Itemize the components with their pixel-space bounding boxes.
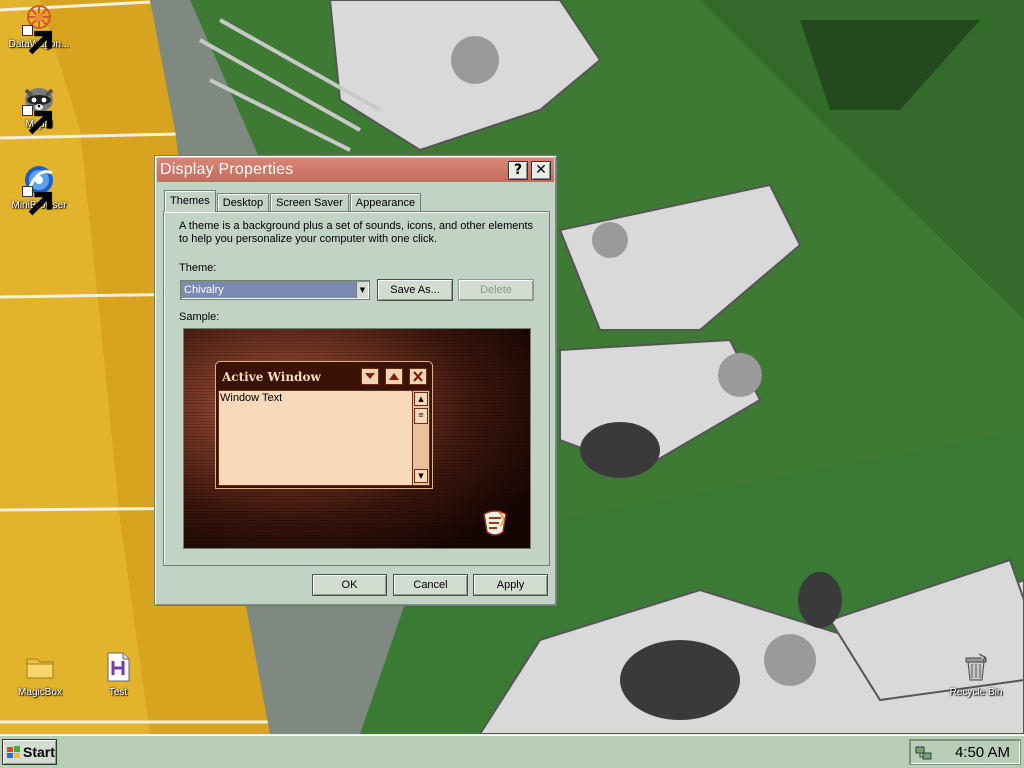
start-label: Start [23, 744, 55, 760]
theme-label: Theme: [179, 262, 217, 274]
desktop-icon-recycle-bin[interactable]: Recycle Bin [936, 650, 1016, 698]
recycle-bin-icon [959, 650, 993, 684]
ok-button[interactable]: OK [312, 574, 387, 596]
globe-browser-icon [22, 163, 56, 216]
desktop-icon-label: Test [108, 687, 128, 698]
shortcut-arrow-icon [22, 186, 53, 216]
clock[interactable]: 4:50 AM [955, 744, 1010, 761]
sample-window-text: Window Text [220, 392, 283, 404]
sample-scrollbar: ▲ ≡ ▼ [412, 391, 429, 485]
desktop-icon-minibrowser[interactable]: MiniBrowser [0, 163, 79, 216]
sample-label: Sample: [179, 311, 220, 323]
theme-sample-preview: Active Window Window Text ▲ ≡ ▼ [183, 328, 531, 549]
shortcut-arrow-icon [22, 105, 53, 135]
chivalry-crest-icon [483, 510, 507, 536]
maximize-icon [385, 368, 403, 385]
tab-themes[interactable]: Themes [164, 190, 216, 212]
dialog-titlebar[interactable]: Display Properties ? ✕ [157, 158, 554, 182]
theme-dropdown-value: Chivalry [182, 282, 356, 298]
theme-dropdown[interactable]: Chivalry ▼ [180, 280, 370, 300]
taskbar: Start 4:50 AM [0, 734, 1024, 768]
scroll-thumb-icon: ≡ [414, 408, 428, 424]
theme-description: A theme is a background plus a set of so… [179, 220, 534, 245]
datawagon-icon [22, 2, 56, 55]
scroll-up-icon: ▲ [414, 392, 428, 406]
network-icon[interactable] [915, 744, 933, 762]
themes-tab-panel: A theme is a background plus a set of so… [163, 211, 550, 566]
apply-button[interactable]: Apply [473, 574, 548, 596]
save-as-button[interactable]: Save As... [377, 279, 453, 301]
minimize-icon [361, 368, 379, 385]
sample-window-title: Active Window [222, 370, 321, 384]
sample-active-window: Active Window Window Text ▲ ≡ ▼ [215, 361, 433, 489]
tab-screen-saver[interactable]: Screen Saver [270, 193, 349, 212]
delete-button[interactable]: Delete [458, 279, 534, 301]
desktop-icon-magicbox[interactable]: MagicBox [0, 650, 80, 698]
desktop-icon-mypal[interactable]: Mypal [0, 82, 79, 135]
tab-appearance[interactable]: Appearance [349, 193, 422, 212]
scroll-down-icon: ▼ [414, 469, 428, 483]
dialog-title: Display Properties [160, 161, 294, 178]
shortcut-arrow-icon [22, 25, 53, 55]
desktop-icon-label: MagicBox [18, 687, 62, 698]
chevron-down-icon[interactable]: ▼ [356, 282, 368, 298]
system-tray: 4:50 AM [909, 739, 1021, 765]
tab-strip: Themes Desktop Screen Saver Appearance [164, 190, 422, 212]
help-button[interactable]: ? [508, 160, 528, 180]
close-button[interactable]: ✕ [531, 160, 551, 180]
sample-window-body: Window Text ▲ ≡ ▼ [218, 390, 430, 486]
folder-icon [23, 650, 57, 684]
windows-logo-icon [7, 746, 20, 758]
document-h-icon [101, 650, 135, 684]
raccoon-browser-icon [22, 82, 56, 135]
close-icon [409, 368, 427, 385]
cancel-button[interactable]: Cancel [393, 574, 468, 596]
desktop-icon-label: Recycle Bin [949, 687, 1003, 698]
start-button[interactable]: Start [2, 739, 57, 765]
display-properties-dialog: Display Properties ? ✕ Themes Desktop Sc… [154, 155, 557, 606]
desktop-icon-test[interactable]: Test [78, 650, 158, 698]
tab-desktop[interactable]: Desktop [216, 193, 270, 212]
desktop-icon-datawagon[interactable]: DataWagon... [0, 2, 79, 55]
